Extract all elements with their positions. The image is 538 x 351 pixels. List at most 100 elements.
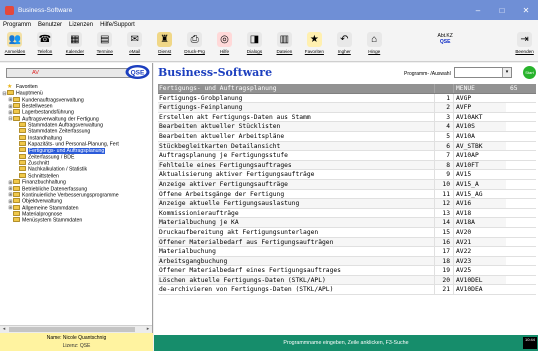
table-row[interactable]: de-archivieren von Fertigungs-Daten (STK… <box>158 285 536 296</box>
table-row[interactable]: Materialbuchung je KA 14 AV18A <box>158 218 536 228</box>
table-row[interactable]: Fehlteile eines Fertigungsauftrages 8 AV10… <box>158 160 536 171</box>
table-row[interactable]: Anzeige aktuelle Fertigungsauslastung 12 A… <box>158 199 536 209</box>
tree-horizontal-scrollbar[interactable]: ◂ ▸ <box>0 325 152 333</box>
status-bar: Programmname eingeben, Zeile anklicken, … <box>154 335 538 351</box>
toolbar-button-label: Dialogs <box>246 49 263 54</box>
row-filler <box>506 190 536 199</box>
start-button[interactable]: Start <box>523 66 536 79</box>
menu-entry-text: Auftragsplanung je Fertigungsstufe <box>159 152 288 160</box>
toolbar-button-label: Kalender <box>65 49 85 54</box>
user-info: Name: Nicole Quantschnig Lizenz: QSE <box>0 333 153 351</box>
toolbar-button-email[interactable]: ✉ eMail <box>120 30 150 62</box>
folder-icon <box>19 122 26 128</box>
scroll-left-icon[interactable]: ◂ <box>0 326 8 333</box>
toolbar-button-termine[interactable]: ▤ Termine <box>90 30 120 62</box>
scroll-right-icon[interactable]: ▸ <box>144 326 152 333</box>
toolbar-button-label: Favoriten <box>304 49 324 54</box>
favorites-icon: ★ <box>306 32 322 47</box>
menu-entry-code: AV15_AG <box>453 189 506 199</box>
menu-lizenzen[interactable]: Lizenzen <box>69 22 93 28</box>
mail-icon: ✉ <box>127 32 143 47</box>
table-row[interactable]: Stückbegleitkarten Detailansicht 6 AV_STBK <box>158 141 536 152</box>
maximize-icon[interactable]: □ <box>490 0 514 20</box>
chevron-down-icon[interactable]: ▾ <box>502 68 511 77</box>
toolbar-button-dienst[interactable]: ♜ Dienst <box>150 30 180 62</box>
table-row[interactable]: Offene Arbeitsgänge der Fertigung 11 AV15_… <box>158 189 536 200</box>
menu-entry-code: AV_STBK <box>453 141 506 151</box>
folder-icon <box>13 191 20 197</box>
menu-entry-code: AVGP <box>453 93 506 103</box>
menu-entry-text: Fehlteile eines Fertigungsauftrages <box>158 160 434 170</box>
table-row[interactable]: Kommissionieraufträge 13 AV18 <box>158 208 536 219</box>
menu-hilfe-support[interactable]: Hilfe/Support <box>100 22 135 28</box>
table-row[interactable]: Arbeitsgangbuchung 18 AV23 <box>158 256 536 267</box>
minimize-icon[interactable]: – <box>466 0 490 20</box>
table-row[interactable]: Offener Materialbedarf aus Fertigungsauf… <box>158 237 536 248</box>
abteilung-input[interactable]: AV <box>6 68 142 78</box>
table-row[interactable]: Auftragsplanung je Fertigungsstufe 7 AV10A… <box>158 151 536 161</box>
appointments-icon: ▤ <box>97 32 113 47</box>
row-filler <box>506 238 536 247</box>
menu-entry-text: Erstellen akt Fertigungs-Daten aus Stamm <box>159 113 311 121</box>
row-filler <box>506 199 536 208</box>
table-row[interactable]: Druckaufbereitung akt Fertigungsunterlag… <box>158 227 536 238</box>
menu-entry-code: AV10FT <box>453 160 506 170</box>
menu-entry-code: AV22 <box>453 247 506 256</box>
toolbar-button-ingher[interactable]: ↶ Ingher <box>329 30 359 62</box>
toolbar-button-beenden[interactable]: ⇥ Beenden <box>511 30 538 62</box>
svg-text:QSE: QSE <box>131 69 145 76</box>
back-icon: ↶ <box>336 32 352 47</box>
toolbar-button-favoriten[interactable]: ★ Favoriten <box>299 30 329 62</box>
table-row[interactable]: Materialbuchung 17 AV22 <box>158 247 536 257</box>
menu-entry-number: 3 <box>434 112 453 122</box>
menu-entry-text: Fertigungs-Feinplanung <box>158 103 434 112</box>
menu-entry-number: 13 <box>434 208 453 218</box>
folder-icon <box>13 198 20 204</box>
print-icon: ⎙ <box>187 32 203 47</box>
menu-bar: Programm Benutzer Lizenzen Hilfe/Support <box>0 20 538 30</box>
folder-icon <box>19 147 26 153</box>
tree-item[interactable]: Menüsystem Stammdaten <box>2 217 152 224</box>
toolbar-button-anmelden[interactable]: 👥 Anmelden <box>0 30 30 62</box>
table-row[interactable]: Löschen aktuelle Fertigungs-Daten (STKL/… <box>158 275 536 286</box>
menu-benutzer[interactable]: Benutzer <box>38 22 62 28</box>
toolbar-button-telefon[interactable]: ☎ Telefon <box>30 30 60 62</box>
company-logo-icon: QSE <box>125 65 150 79</box>
toolbar-button-hinge[interactable]: ⌂ Hinge <box>359 30 389 62</box>
toolbar-button-dialogs[interactable]: ◨ Dialogs <box>240 30 270 62</box>
toolbar-button-dateien[interactable]: ▥ Dateien <box>269 30 299 62</box>
status-text: Programmname eingeben, Zeile anklicken, … <box>283 340 409 346</box>
table-row[interactable]: Erstellen akt Fertigungs-Daten aus Stamm… <box>158 112 536 123</box>
toolbar-button-label: Beenden <box>515 49 534 54</box>
menu-entry-number: 4 <box>434 122 453 131</box>
table-row[interactable]: Bearbeiten aktueller Stücklisten 4 AV10S <box>158 122 536 132</box>
exit-icon: ⇥ <box>517 32 533 47</box>
menu-entry-code: AV10A <box>453 131 506 141</box>
menu-entry-text: Materialbuchung je KA <box>158 218 434 227</box>
table-row[interactable]: Bearbeiten aktueller Arbeitspläne 5 AV10A <box>158 131 536 142</box>
folder-icon <box>13 115 20 121</box>
folder-icon <box>19 172 26 178</box>
close-icon[interactable]: ✕ <box>514 0 538 20</box>
toolbar-button-druck-prg[interactable]: ⎙ Druck-Prg <box>180 30 210 62</box>
table-row[interactable]: Fertigungs-Feinplanung 2 AVFP <box>158 103 536 113</box>
scroll-thumb[interactable] <box>9 327 135 332</box>
calendar-icon: ▦ <box>67 32 83 47</box>
folder-icon <box>13 96 20 102</box>
folder-icon <box>7 90 14 96</box>
menu-entry-text: Löschen aktuelle Fertigungs-Daten (STKL/… <box>158 275 434 285</box>
menu-table: Fertigungs- und Auftragsplanung MENUE 65… <box>158 84 536 296</box>
department-value: QSE <box>439 39 451 45</box>
table-row[interactable]: Aktualisierung aktiver Fertigungsaufträg… <box>158 170 536 180</box>
table-row[interactable]: Anzeige aktiver Fertigungsaufträge 10 AV15… <box>158 179 536 190</box>
folder-icon <box>19 153 26 159</box>
menu-programm[interactable]: Programm <box>3 22 31 28</box>
row-filler <box>506 170 536 179</box>
toolbar-button-label: Hinge <box>368 49 381 54</box>
table-row[interactable]: Offener Materialbedarf eines Fertigungsa… <box>158 266 536 276</box>
toolbar-button-hilfe[interactable]: ◎ Hilfe <box>210 30 240 62</box>
folder-icon <box>13 217 20 223</box>
table-row[interactable]: Fertigungs-Grobplanung 1 AVGP <box>158 93 536 104</box>
program-select[interactable]: ▾ <box>454 67 512 78</box>
toolbar-button-kalender[interactable]: ▦ Kalender <box>60 30 90 62</box>
